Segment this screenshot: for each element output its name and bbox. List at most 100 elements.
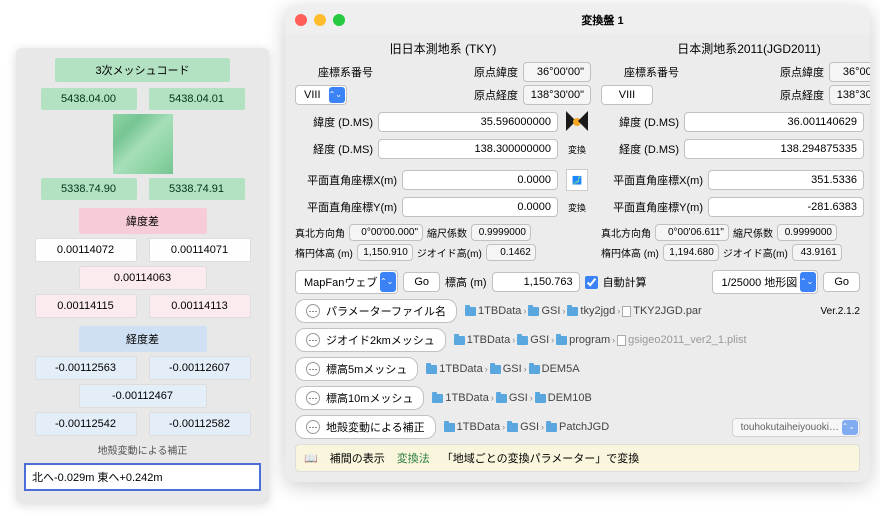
lat-diff-nw: 0.00114072 [35,238,137,262]
convert-latlon-button-r[interactable] [869,108,870,136]
crust-tag[interactable]: 地殻変動による補正 [295,415,436,439]
ellip-height-label-r: 楕円体高 (m) [601,245,659,260]
scale-factor-label: 縮尺係数 [427,225,467,240]
scale-factor-value: 0.9999000 [471,224,531,241]
lon-diff-sw: -0.00112542 [35,412,137,436]
lon-dms-input-r[interactable] [684,139,864,159]
lon-dms-label-r: 経度 (D.MS) [601,141,679,157]
mesh-cell-nw: 5438.04.00 [41,88,137,110]
coord-no-label: 座標系番号 [295,64,373,80]
geoid-height-value: 0.1462 [486,244,536,261]
tky-header: 旧日本測地系 (TKY) [295,40,591,57]
tky-column: 旧日本測地系 (TKY) 座標系番号 原点緯度 36°00'00" VIII 原… [295,40,591,261]
elevation-input[interactable] [492,272,580,292]
plane-x-input[interactable] [402,170,558,190]
lon-diff-mid: -0.00112467 [79,384,207,408]
ellip-height-label: 楕円体高 (m) [295,245,353,260]
true-north-label: 真北方向角 [295,225,345,240]
mesh-cell-ne: 5438.04.01 [149,88,245,110]
orig-lat-label: 原点緯度 [474,64,518,80]
lon-dms-input[interactable] [378,139,558,159]
param-file-tag[interactable]: パラメーターファイル名 [295,299,457,323]
lat-diff-se: 0.00114113 [149,294,251,318]
geoid-height-label-r: ジオイド高(m) [723,245,788,260]
dem10-path: 1TBData› GSI› DEM10B [432,392,860,404]
zoom-icon[interactable] [333,14,345,26]
dem5-path: 1TBData› GSI› DEM5A [426,363,860,375]
mapfan-select[interactable]: MapFanウェブ [295,270,398,294]
geoid-height-value-r: 43.9161 [792,244,842,261]
coord-no-button-r[interactable]: VIII [601,85,653,105]
plane-x-input-r[interactable] [708,170,864,190]
orig-lon-value: 138°30'00" [523,85,591,105]
main-window: 変換盤 1 旧日本測地系 (TKY) 座標系番号 原点緯度 36°00'00" … [285,6,870,482]
param-file-path: 1TBData› GSI› tky2jgd› TKY2JGD.par [465,305,813,317]
conversion-method-label[interactable]: 変換法 [397,450,430,466]
ellip-height-value-r: 1,194.680 [663,244,719,261]
plane-y-label: 平面直角座標Y(m) [295,199,397,215]
convert-latlon-button[interactable] [563,108,591,136]
lat-dms-input[interactable] [378,112,558,132]
folder-icon [465,307,476,316]
region-select[interactable]: touhokutaiheiyouoki… [732,418,860,437]
interp-display-label[interactable]: 補間の表示 [330,450,385,466]
mesh-side-panel: 3次メッシュコード 5438.04.00 5438.04.01 5338.74.… [16,48,269,503]
version-label: Ver.2.1.2 [821,306,860,317]
plane-y-input[interactable] [402,197,558,217]
lon-dms-label: 経度 (D.MS) [295,141,373,157]
geoid2k-path: 1TBData› GSI› program› gsigeo2011_ver2_1… [454,334,860,346]
geoid2k-tag[interactable]: ジオイド2kmメッシュ [295,328,446,352]
true-north-value-r: 0°00'06.611" [655,224,729,241]
crust-path: 1TBData› GSI› PatchJGD [444,421,724,433]
convert-label-r1: 変換 [869,135,870,163]
plane-x-label-r: 平面直角座標X(m) [601,172,703,188]
go-button-left[interactable]: Go [403,272,440,292]
go-button-right[interactable]: Go [823,272,860,292]
coord-no-label-r: 座標系番号 [601,64,679,80]
book-icon: 📖 [304,452,318,465]
elevation-label: 標高 (m) [445,274,487,290]
orig-lat-value-r: 36°00'00" [829,62,870,82]
jgd-header: 日本測地系2011(JGD2011) [601,40,870,57]
convert-xy-button-r[interactable] [869,166,870,194]
ellip-height-value: 1,150.910 [357,244,413,261]
dem5-tag[interactable]: 標高5mメッシュ [295,357,418,381]
minimize-icon[interactable] [314,14,326,26]
auto-calc-label: 自動計算 [603,274,647,290]
coord-no-select[interactable]: VIII [295,85,347,105]
document-icon [622,306,631,317]
plane-y-label-r: 平面直角座標Y(m) [601,199,703,215]
folder-icon [567,307,578,316]
lon-diff-header: 経度差 [79,326,207,352]
plane-y-input-r[interactable] [708,197,864,217]
footer-bar: 📖 補間の表示 変換法 「地域ごとの変換パラメーター」で変換 [295,444,860,472]
close-icon[interactable] [295,14,307,26]
window-title: 変換盤 1 [345,12,860,28]
lat-dms-label: 緯度 (D.MS) [295,114,373,130]
plane-x-label: 平面直角座標X(m) [295,172,397,188]
lon-diff-nw: -0.00112563 [35,356,137,380]
convert-xy-button[interactable]: 🗾 [563,166,591,194]
true-north-value: 0°00'00.000" [349,224,423,241]
convert-label-l1: 変換 [563,135,591,163]
orig-lon-label: 原点経度 [474,87,518,103]
auto-calc-checkbox[interactable] [585,276,598,289]
folder-icon [528,307,539,316]
orig-lon-label-r: 原点経度 [780,87,824,103]
titlebar: 変換盤 1 [285,6,870,34]
mesh-cell-sw: 5338.74.90 [41,178,137,200]
lat-diff-header: 緯度差 [79,208,207,234]
lat-dms-label-r: 緯度 (D.MS) [601,114,679,130]
convert-label-r2: 変換 [869,193,870,221]
mesh-cell-se: 5338.74.91 [149,178,245,200]
lat-diff-sw: 0.00114115 [35,294,137,318]
true-north-label-r: 真北方向角 [601,225,651,240]
lat-diff-mid: 0.00114063 [79,266,207,290]
shift-readout[interactable]: 北へ-0.029m 東へ+0.242m [24,463,261,491]
dem10-tag[interactable]: 標高10mメッシュ [295,386,424,410]
map-scale-select[interactable]: 1/25000 地形図 [712,270,818,294]
orig-lat-label-r: 原点緯度 [780,64,824,80]
geoid-height-label: ジオイド高(m) [417,245,482,260]
lon-diff-se: -0.00112582 [149,412,251,436]
lat-dms-input-r[interactable] [684,112,864,132]
